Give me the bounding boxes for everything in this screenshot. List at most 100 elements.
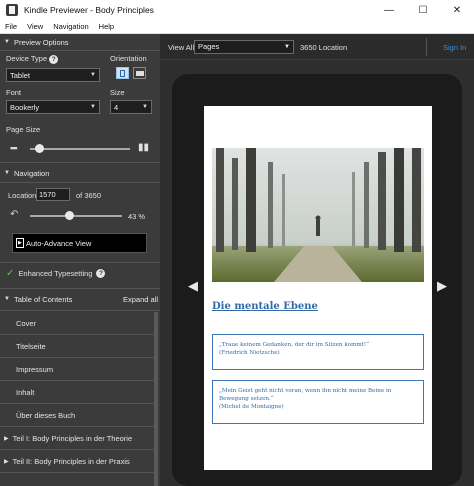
divider xyxy=(0,162,160,163)
toc-item-teil-2[interactable]: ▶ Teil II: Body Principles in der Praxis xyxy=(0,450,154,473)
expand-icon: ▶ xyxy=(4,435,9,442)
portrait-icon xyxy=(120,70,125,77)
dropdown-arrow-icon: ▼ xyxy=(142,104,148,110)
divider xyxy=(0,50,160,51)
size-value: 4 xyxy=(114,102,119,112)
navigation-header[interactable]: ▼ Navigation xyxy=(0,165,49,181)
sign-in-link[interactable]: Sign In xyxy=(443,43,466,52)
toc-item-impressum[interactable]: Impressum xyxy=(0,358,154,381)
expand-icon: ▶ xyxy=(4,458,9,465)
enhanced-typesetting-row: ✓ Enhanced Typesetting ? xyxy=(6,268,106,279)
back-arrow-icon[interactable]: ↶ xyxy=(10,209,18,220)
menu-bar: File View Navigation Help xyxy=(0,20,474,34)
page-size-slider[interactable] xyxy=(30,148,130,150)
location-slider[interactable] xyxy=(30,215,122,217)
location-label: Location xyxy=(8,191,37,200)
landscape-icon xyxy=(136,71,144,76)
location-total: of 3650 xyxy=(76,191,102,200)
menu-help[interactable]: Help xyxy=(94,22,119,31)
quote-text: „Traue keinem Gedanken, der dir im Sitze… xyxy=(219,342,370,348)
foggy-forest-illustration xyxy=(212,148,424,282)
viewer-panel: View All Pages ▼ 3650 Location Sign In ◀… xyxy=(160,34,474,486)
toc-item-ueber-dieses-buch[interactable]: Über dieses Buch xyxy=(0,404,154,427)
collapse-icon: ▼ xyxy=(4,39,10,45)
toc-scrollbar[interactable] xyxy=(154,312,158,486)
large-page-size-icon[interactable]: ▮▮ xyxy=(138,142,149,153)
dropdown-arrow-icon: ▼ xyxy=(90,104,96,110)
chapter-heading[interactable]: Die mentale Ebene xyxy=(212,301,318,312)
divider xyxy=(426,38,427,56)
dropdown-arrow-icon: ▼ xyxy=(284,44,290,50)
preview-options-title: Preview Options xyxy=(13,37,69,47)
foggy-forest-image xyxy=(212,148,424,282)
preview-options-header[interactable]: ▼ Preview Options xyxy=(0,34,160,50)
divider xyxy=(0,262,160,263)
location-input[interactable]: 1570 xyxy=(36,188,70,201)
toc-item-inhalt[interactable]: Inhalt xyxy=(0,381,154,404)
enhanced-typesetting-label: Enhanced Typesetting xyxy=(18,269,93,278)
small-page-size-icon[interactable]: ▪▪▪ xyxy=(10,143,18,153)
page-size-label: Page Size xyxy=(6,125,41,134)
total-location-text: 3650 Location xyxy=(300,43,348,52)
toc-item-teil-1-label: Teil I: Body Principles in der Theorie xyxy=(12,433,133,443)
portrait-orientation-button[interactable] xyxy=(116,67,129,79)
font-select[interactable]: Bookerly ▼ xyxy=(6,100,100,114)
dropdown-arrow-icon: ▼ xyxy=(90,72,96,78)
close-button[interactable]: ✕ xyxy=(440,0,474,20)
orientation-label: Orientation xyxy=(110,54,147,63)
check-icon: ✓ xyxy=(6,268,15,279)
left-panel: ▼ Preview Options Device Type ? Tablet ▼… xyxy=(0,34,160,486)
quote-box-nietzsche: „Traue keinem Gedanken, der dir im Sitze… xyxy=(212,334,424,370)
window-controls: — ☐ ✕ xyxy=(372,0,474,20)
toc-item-cover[interactable]: Cover xyxy=(0,312,154,335)
next-page-arrow-icon[interactable]: ▶ xyxy=(437,278,447,294)
window-title: Kindle Previewer - Body Principles xyxy=(24,5,154,15)
auto-advance-view-button[interactable]: ▶ Auto-Advance View xyxy=(12,233,147,253)
menu-navigation[interactable]: Navigation xyxy=(48,22,93,31)
size-label: Size xyxy=(110,88,125,97)
menu-view[interactable]: View xyxy=(22,22,48,31)
toc-item-titelseite[interactable]: Titelseite xyxy=(0,335,154,358)
viewer-toolbar: View All Pages ▼ 3650 Location Sign In xyxy=(160,34,474,60)
location-percent: 43 % xyxy=(128,212,146,221)
divider xyxy=(0,288,160,289)
play-icon: ▶ xyxy=(16,238,24,248)
help-icon[interactable]: ? xyxy=(96,269,106,278)
toc-title: Table of Contents xyxy=(13,294,73,304)
maximize-button[interactable]: ☐ xyxy=(406,0,440,20)
quote-box-montaigne: „Mein Geist geht nicht voran, wenn ihn n… xyxy=(212,380,424,424)
toc-header[interactable]: ▼ Table of Contents Expand all xyxy=(0,291,160,307)
quote-author: (Michel de Montaigne) xyxy=(219,404,284,410)
page-size-slider-thumb[interactable] xyxy=(35,144,44,153)
device-type-text: Device Type xyxy=(6,54,48,63)
font-label: Font xyxy=(6,88,22,97)
view-mode-select[interactable]: Pages ▼ xyxy=(194,40,294,54)
device-type-select[interactable]: Tablet ▼ xyxy=(6,68,100,82)
landscape-orientation-button[interactable] xyxy=(133,67,146,79)
title-bar: Kindle Previewer - Body Principles — ☐ ✕ xyxy=(0,0,474,20)
font-value: Bookerly xyxy=(10,102,40,112)
size-select[interactable]: 4 ▼ xyxy=(110,100,152,114)
book-page: Die mentale Ebene „Traue keinem Gedanken… xyxy=(204,106,432,470)
quote-author: (Friedrich Nietzsche) xyxy=(219,350,280,356)
expand-all-button[interactable]: Expand all xyxy=(123,295,158,304)
view-all-label: View All xyxy=(168,43,195,52)
app-icon xyxy=(6,4,18,16)
menu-file[interactable]: File xyxy=(0,22,22,31)
auto-advance-label: Auto-Advance View xyxy=(26,238,92,248)
divider xyxy=(0,182,160,183)
navigation-title: Navigation xyxy=(13,168,50,178)
divider xyxy=(0,310,160,311)
device-type-value: Tablet xyxy=(10,70,31,80)
collapse-icon: ▼ xyxy=(4,296,10,302)
location-slider-thumb[interactable] xyxy=(65,211,75,220)
view-mode-value: Pages xyxy=(198,42,220,51)
minimize-button[interactable]: — xyxy=(372,0,406,20)
collapse-icon: ▼ xyxy=(4,170,10,176)
previous-page-arrow-icon[interactable]: ◀ xyxy=(188,278,198,294)
help-icon[interactable]: ? xyxy=(49,55,59,64)
quote-text: „Mein Geist geht nicht voran, wenn ihn n… xyxy=(219,388,392,402)
device-type-label: Device Type ? xyxy=(6,54,59,64)
toc-item-teil-1[interactable]: ▶ Teil I: Body Principles in der Theorie xyxy=(0,427,154,450)
toc-item-teil-2-label: Teil II: Body Principles in der Praxis xyxy=(12,456,130,466)
